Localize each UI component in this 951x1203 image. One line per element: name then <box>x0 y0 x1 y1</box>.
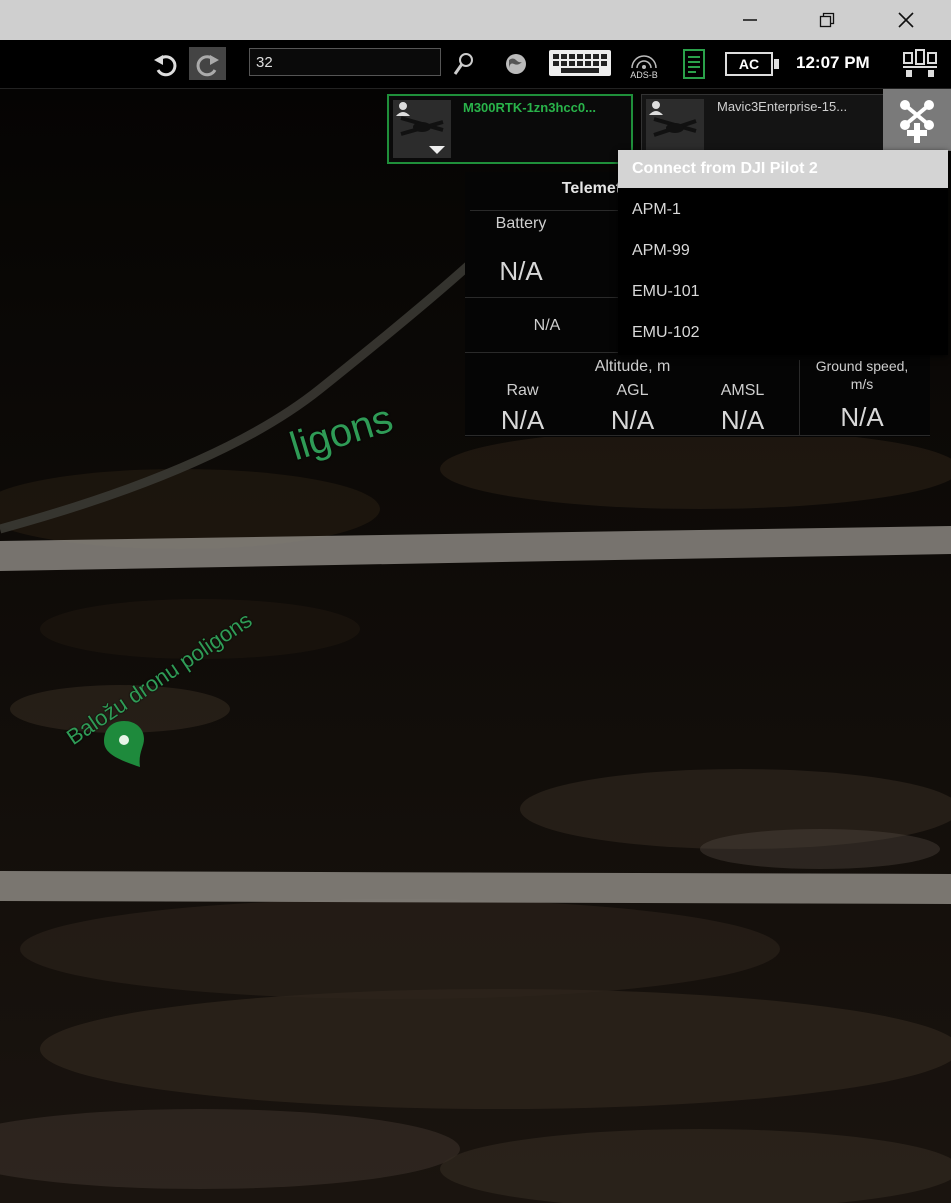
globe-button[interactable] <box>502 50 530 78</box>
radar-icon <box>631 55 657 69</box>
minimize-icon <box>743 19 757 21</box>
amsl-value: N/A <box>720 405 765 435</box>
search-input[interactable] <box>249 48 441 76</box>
search-icon <box>453 53 473 75</box>
secondary-value: N/A <box>533 317 561 334</box>
checklist-button[interactable] <box>682 48 706 80</box>
adsb-label: ADS-B <box>630 70 658 80</box>
clock: 12:07 PM <box>796 53 870 72</box>
checklist-icon <box>683 49 705 79</box>
battery-label: Battery <box>495 215 547 232</box>
layout-icon <box>903 49 937 77</box>
agl-value: N/A <box>610 405 655 435</box>
redo-button[interactable] <box>189 47 226 80</box>
window-title-bar <box>0 0 951 41</box>
minimize-button[interactable] <box>727 0 773 40</box>
raw-label: Raw <box>506 382 539 399</box>
drone-name: Mavic3Enterprise-15... <box>717 99 848 114</box>
drone-thumbnail <box>393 100 451 158</box>
ground-speed-value: N/A <box>840 402 884 432</box>
adsb-button[interactable]: ADS-B <box>626 46 662 84</box>
undo-icon <box>154 55 177 77</box>
battery-tip <box>774 59 779 69</box>
search-button[interactable] <box>450 50 476 78</box>
divider <box>465 297 625 298</box>
connect-drone-menu: Connect from DJI Pilot 2 APM-1 APM-99 EM… <box>618 150 948 355</box>
divider <box>465 435 930 436</box>
divider <box>799 360 800 436</box>
battery-value: N/A <box>499 256 543 286</box>
globe-icon <box>506 54 526 74</box>
layout-button[interactable] <box>900 48 940 80</box>
ground-speed-label: Ground speed, <box>815 358 909 374</box>
power-status-badge: AC <box>725 52 773 76</box>
drone-image-icon <box>646 99 704 157</box>
add-drone-button[interactable] <box>883 89 951 151</box>
keyboard-button[interactable] <box>548 48 612 78</box>
drone-image-icon <box>393 100 451 158</box>
drone-card-m300[interactable]: M300RTK-1zn3hcc0... <box>387 94 633 164</box>
drone-thumbnail <box>646 99 704 157</box>
menu-item-apm-99[interactable]: APM-99 <box>618 232 948 270</box>
redo-icon <box>196 54 219 76</box>
agl-label: AGL <box>616 382 649 399</box>
restore-icon <box>819 12 835 28</box>
amsl-label: AMSL <box>720 382 765 399</box>
drone-add-icon <box>900 100 934 143</box>
close-icon <box>898 12 914 28</box>
menu-item-connect-dji[interactable]: Connect from DJI Pilot 2 <box>618 150 948 188</box>
drone-name: M300RTK-1zn3hcc0... <box>463 100 596 115</box>
close-button[interactable] <box>883 0 929 40</box>
menu-item-apm-1[interactable]: APM-1 <box>618 191 948 229</box>
menu-item-emu-102[interactable]: EMU-102 <box>618 314 948 352</box>
keyboard-icon <box>549 50 611 76</box>
altitude-label: Altitude, m <box>594 358 671 375</box>
ground-speed-unit: m/s <box>850 376 874 392</box>
menu-item-emu-101[interactable]: EMU-101 <box>618 273 948 311</box>
restore-button[interactable] <box>804 0 850 40</box>
undo-button[interactable] <box>148 48 182 80</box>
raw-value: N/A <box>500 405 545 435</box>
